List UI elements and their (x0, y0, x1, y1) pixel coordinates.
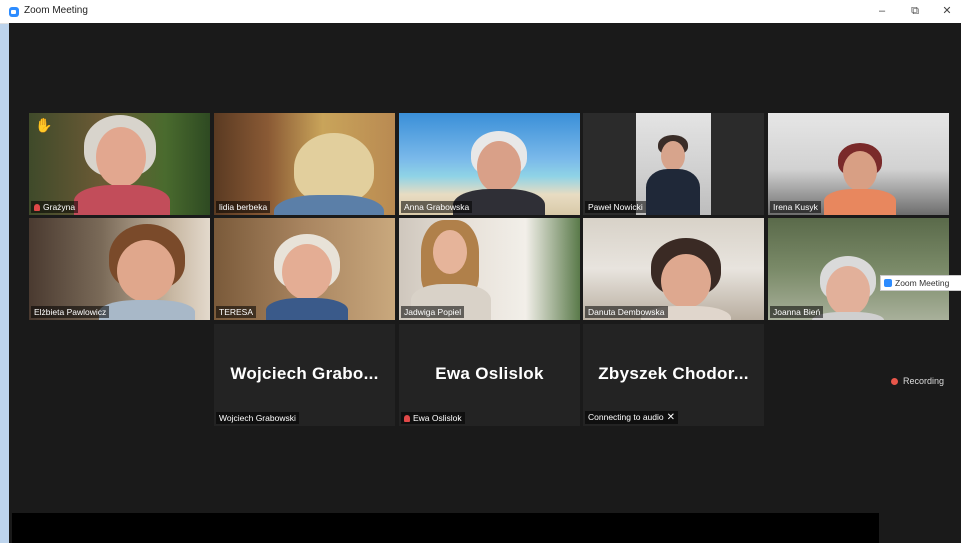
participant-name-tag: Elżbieta Pawlowicz (31, 306, 110, 318)
zoom-app-icon (9, 7, 19, 17)
participant-name-tag: Wojciech Grabowski (216, 412, 299, 424)
minimize-button[interactable]: – (872, 3, 892, 19)
participant-name-tag: Ewa Oslislok (401, 412, 465, 424)
video-tile-joanna-bien[interactable]: Joanna Bień (768, 218, 949, 320)
participant-name-tag: Joanna Bień (770, 306, 824, 318)
participant-display-name: Ewa Oslislok (435, 364, 544, 383)
participant-name-tag: Anna Grabowska (401, 201, 473, 213)
restore-button[interactable]: ⧉ (905, 3, 925, 19)
muted-mic-icon (404, 415, 410, 422)
muted-mic-icon (34, 204, 40, 211)
participant-name-tag: Danuta Dembowska (585, 306, 668, 318)
video-tile-lidia-berbeka[interactable]: lidia berbeka (214, 113, 395, 215)
recording-indicator[interactable]: Recording (891, 376, 944, 386)
video-tile-teresa[interactable]: TERESA (214, 218, 395, 320)
zoom-app-icon (884, 279, 892, 287)
participant-name-tag: Paweł Nowicki (585, 201, 646, 213)
video-tile-irena-kusyk[interactable]: Irena Kusyk (768, 113, 949, 215)
participant-name-tag: lidia berbeka (216, 201, 271, 213)
name-tile-ewa[interactable]: Ewa Oslislok Ewa Oslislok (399, 324, 580, 426)
recording-dot-icon (891, 378, 898, 385)
name-tile-wojciech[interactable]: Wojciech Grabo... Wojciech Grabowski (214, 324, 395, 426)
participant-name-tag: Connecting to audio ✕ (585, 411, 679, 424)
zoom-meeting-floating-badge[interactable]: Zoom Meeting (880, 275, 961, 291)
name-tile-zbyszek[interactable]: Zbyszek Chodor... Connecting to audio ✕ (583, 324, 764, 426)
close-button[interactable]: ✕ (937, 3, 957, 19)
video-tile-pawel-nowicki[interactable]: Paweł Nowicki (583, 113, 764, 215)
video-tile-danuta-dembowska[interactable]: Danuta Dembowska (583, 218, 764, 320)
bottom-toolbar-area (12, 513, 879, 543)
participant-name-tag: Irena Kusyk (770, 201, 821, 213)
video-tile-elzbieta-pawlowicz[interactable]: Elżbieta Pawlowicz (29, 218, 210, 320)
close-icon[interactable]: ✕ (667, 412, 675, 423)
participant-display-name: Zbyszek Chodor... (598, 364, 749, 383)
video-tile-anna-grabowska[interactable]: Anna Grabowska (399, 113, 580, 215)
video-tile-jadwiga-popiel[interactable]: Jadwiga Popiel (399, 218, 580, 320)
participant-name-tag: TERESA (216, 306, 257, 318)
video-tile-grazyna[interactable]: ✋ Grażyna (29, 113, 210, 215)
participant-display-name: Wojciech Grabo... (230, 364, 379, 383)
participant-name-tag: Grażyna (31, 201, 79, 213)
title-bar: Zoom Meeting – ⧉ ✕ (0, 0, 961, 24)
window-title: Zoom Meeting (24, 5, 88, 16)
participant-name-tag: Jadwiga Popiel (401, 306, 465, 318)
raised-hand-icon: ✋ (35, 117, 53, 133)
